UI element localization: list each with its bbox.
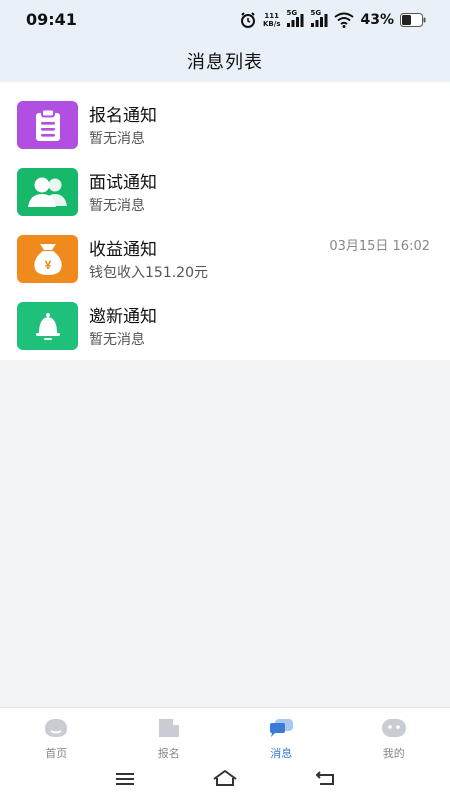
message-subtitle: 暂无消息 bbox=[89, 131, 145, 147]
tab-messages[interactable]: 消息 bbox=[225, 708, 338, 764]
message-item-signup[interactable]: 报名通知 暂无消息 bbox=[0, 99, 450, 165]
screen: 09:41 111 KB/s 5G 5G 43% 消息列表 报名通知 暂无消息 … bbox=[0, 0, 450, 800]
message-time: 03月15日 16:02 bbox=[329, 239, 430, 254]
bottom-tab-bar: 首页 报名 消息 我的 bbox=[0, 707, 450, 764]
message-item-invite[interactable]: 邀新通知 暂无消息 bbox=[0, 300, 450, 366]
home-outline-icon bbox=[212, 769, 238, 791]
battery-icon bbox=[400, 13, 426, 27]
message-item-earnings[interactable]: ¥ 收益通知 钱包收入151.20元 03月15日 16:02 bbox=[0, 233, 450, 299]
signal-1-label: 5G bbox=[286, 9, 298, 17]
message-title: 邀新通知 bbox=[89, 307, 157, 327]
message-list: 报名通知 暂无消息 面试通知 暂无消息 ¥ 收益通知 钱包收入151.20元 0… bbox=[0, 82, 450, 360]
alarm-icon bbox=[239, 11, 257, 29]
wifi-icon bbox=[334, 12, 355, 28]
status-bar: 09:41 111 KB/s 5G 5G 43% bbox=[0, 0, 450, 40]
menu-button[interactable] bbox=[110, 769, 140, 791]
message-title: 收益通知 bbox=[89, 240, 157, 260]
tab-profile[interactable]: 我的 bbox=[338, 708, 450, 764]
battery-percent: 43% bbox=[360, 12, 394, 28]
tab-label: 报名 bbox=[157, 747, 180, 760]
message-subtitle: 钱包收入151.20元 bbox=[89, 265, 208, 281]
signal-2-label: 5G bbox=[310, 9, 322, 17]
money-bag-icon: ¥ bbox=[17, 235, 78, 283]
back-icon bbox=[314, 770, 336, 790]
profile-icon bbox=[381, 718, 407, 742]
home-icon bbox=[43, 718, 69, 742]
document-icon bbox=[157, 718, 181, 742]
app-header: 消息列表 bbox=[0, 40, 450, 82]
message-subtitle: 暂无消息 bbox=[89, 332, 145, 348]
net-speed-value: 111 bbox=[264, 12, 280, 20]
status-time: 09:41 bbox=[26, 10, 77, 29]
message-subtitle: 暂无消息 bbox=[89, 198, 145, 214]
bell-icon bbox=[17, 302, 78, 350]
tab-signup[interactable]: 报名 bbox=[113, 708, 226, 764]
network-speed-icon: 111 KB/s bbox=[263, 12, 280, 28]
net-speed-unit: KB/s bbox=[263, 20, 281, 28]
status-icons: 111 KB/s 5G 5G 43% bbox=[239, 9, 426, 30]
signal-icon-2: 5G bbox=[310, 9, 328, 28]
message-item-interview[interactable]: 面试通知 暂无消息 bbox=[0, 166, 450, 232]
svg-text:¥: ¥ bbox=[44, 258, 51, 272]
tab-label: 首页 bbox=[45, 747, 68, 760]
page-title: 消息列表 bbox=[187, 52, 263, 73]
tab-label: 消息 bbox=[270, 747, 293, 760]
clipboard-icon bbox=[17, 101, 78, 149]
signal-icon-1: 5G bbox=[286, 9, 304, 28]
back-button[interactable] bbox=[310, 769, 340, 791]
message-title: 报名通知 bbox=[89, 106, 157, 126]
tab-label: 我的 bbox=[382, 747, 405, 760]
menu-icon bbox=[115, 771, 135, 790]
users-icon bbox=[17, 168, 78, 216]
chat-icon bbox=[268, 718, 294, 742]
home-nav-button[interactable] bbox=[210, 769, 240, 791]
system-nav-bar bbox=[0, 763, 450, 800]
tab-home[interactable]: 首页 bbox=[0, 708, 113, 764]
message-title: 面试通知 bbox=[89, 173, 157, 193]
